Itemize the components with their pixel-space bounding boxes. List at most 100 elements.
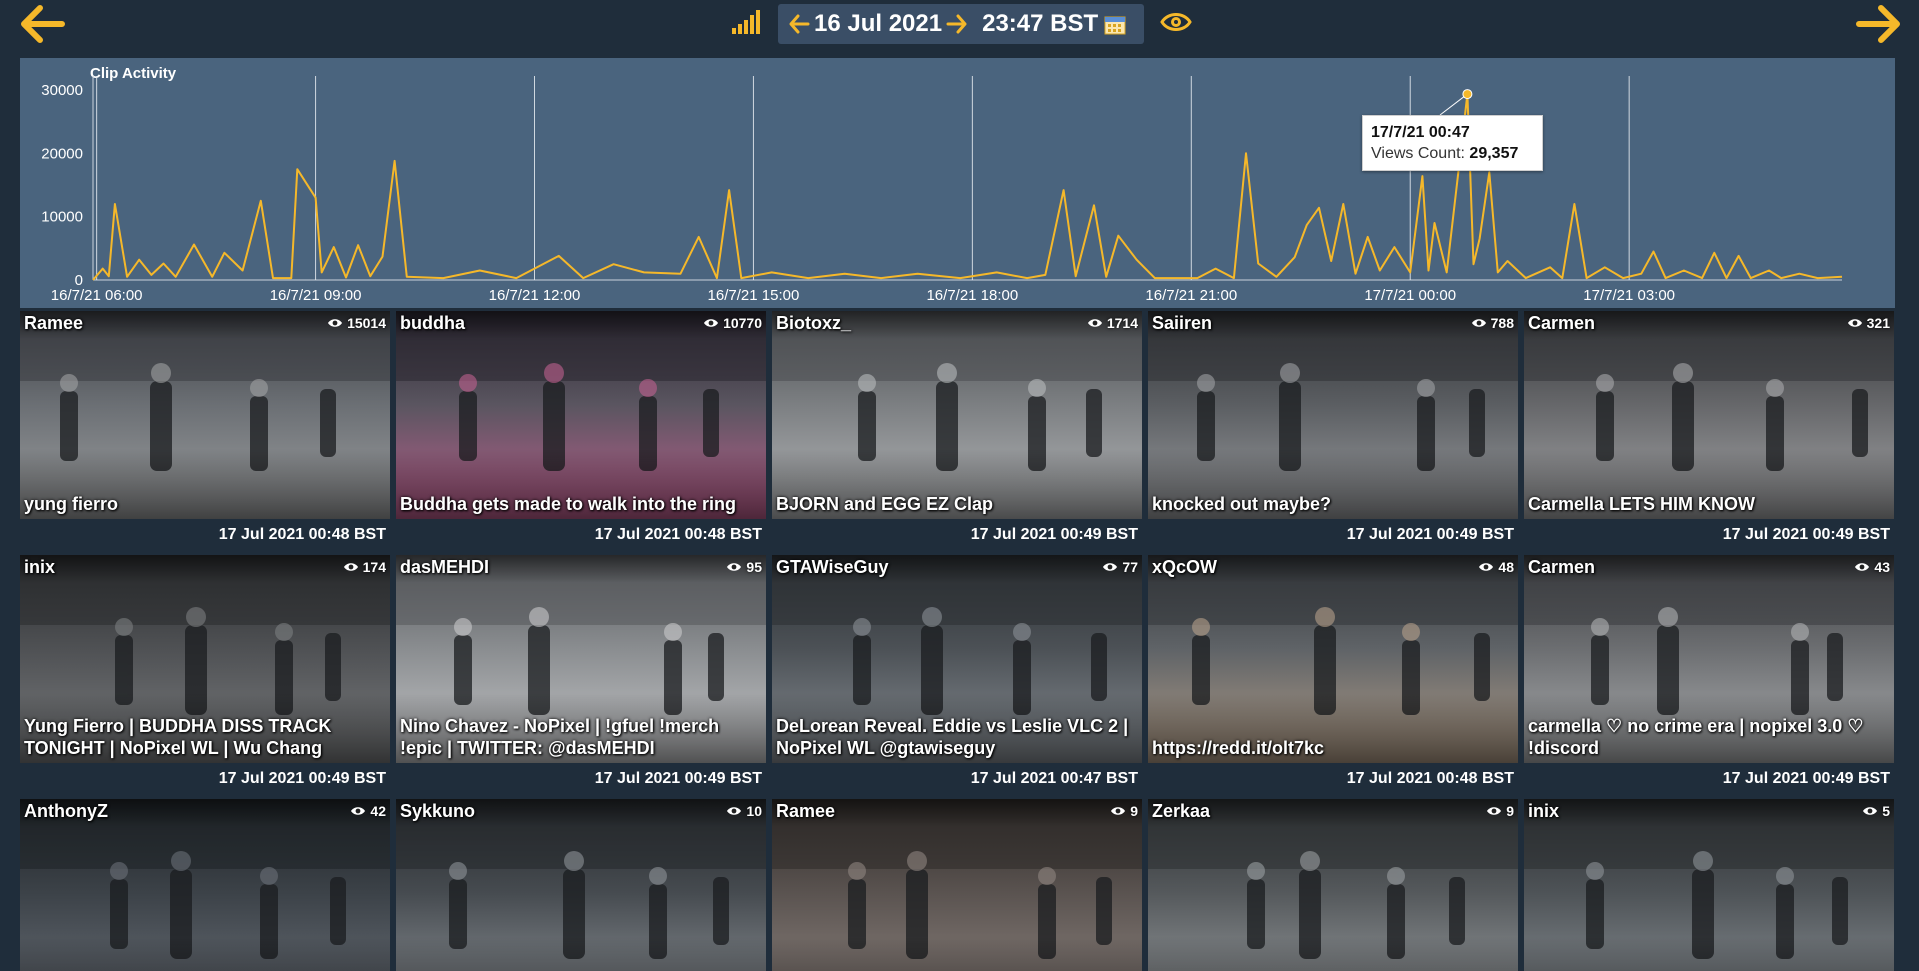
view-count-value: 15014	[347, 315, 386, 331]
view-count: 10770	[703, 315, 762, 331]
clip-title: Nino Chavez - NoPixel | !gfuel !merch !e…	[400, 716, 720, 758]
clip-timestamp: 17 Jul 2021 00:49 BST	[218, 770, 386, 787]
clip-timestamp: 17 Jul 2021 00:48 BST	[594, 526, 762, 543]
streamer-name[interactable]: xQcOW	[1152, 557, 1217, 578]
clip-title: carmella ♡ no crime era | nopixel 3.0 ♡ …	[1528, 716, 1864, 758]
streamer-name[interactable]: Biotoxz_	[776, 313, 851, 334]
clip-card[interactable]: inix 5	[1524, 799, 1894, 971]
clip-timestamp: 17 Jul 2021 00:49 BST	[1346, 526, 1514, 543]
clip-title: knocked out maybe?	[1152, 494, 1332, 514]
chart-title: Clip Activity	[90, 65, 177, 82]
clip-card[interactable]: inix 174 Yung Fierro | BUDDHA DISS TRACK T…	[20, 555, 390, 763]
clip-card[interactable]: Carmen 43 carmella ♡ no crime era | nopixe…	[1524, 555, 1894, 763]
clip-title: DeLorean Reveal. Eddie vs Leslie VLC 2 |…	[776, 716, 1129, 758]
streamer-name[interactable]: Ramee	[24, 313, 83, 334]
chart-canvas: Clip Activity010000200003000016/7/21 06:…	[41, 65, 1843, 304]
y-tick-label: 30000	[41, 82, 83, 99]
streamer-name[interactable]: inix	[24, 557, 55, 578]
view-count: 788	[1471, 315, 1514, 331]
bottom-overlay	[1148, 937, 1518, 971]
y-tick-label: 20000	[41, 145, 83, 162]
clip-card[interactable]: Sykkuno 10	[396, 799, 766, 971]
signal-bars-icon[interactable]	[730, 8, 762, 36]
x-tick-label: 17/7/21 00:00	[1364, 287, 1456, 304]
streamer-name[interactable]: Carmen	[1528, 313, 1595, 334]
streamer-name[interactable]: inix	[1528, 801, 1559, 822]
bottom-overlay	[1524, 937, 1894, 971]
calendar-icon[interactable]	[1104, 14, 1126, 35]
clip-card[interactable]: Ramee 15014 yung fierro	[20, 311, 390, 519]
bottom-overlay	[772, 937, 1142, 971]
streamer-name[interactable]: Saiiren	[1152, 313, 1212, 334]
eye-icon	[1471, 319, 1486, 327]
streamer-name[interactable]: buddha	[400, 313, 465, 334]
streamer-name[interactable]: Carmen	[1528, 557, 1595, 578]
clip-timestamp: 17 Jul 2021 00:49 BST	[1722, 526, 1890, 543]
view-count-value: 9	[1130, 803, 1138, 819]
x-tick-label: 16/7/21 18:00	[926, 287, 1018, 304]
streamer-name[interactable]: AnthonyZ	[24, 801, 108, 822]
eye-icon	[343, 563, 358, 571]
clip-card[interactable]: Biotoxz_ 1714 BJORN and EGG EZ Clap	[772, 311, 1142, 519]
x-tick-label: 16/7/21 21:00	[1145, 287, 1237, 304]
eye-icon	[727, 563, 742, 571]
clip-card[interactable]: xQcOW 48 https://redd.it/olt7kc	[1148, 555, 1518, 763]
next-day-arrow-icon[interactable]	[1855, 4, 1903, 44]
clip-card[interactable]: Zerkaa9TOMMY ENTRANCE PERFORMANCE |	[1148, 799, 1518, 971]
clip-card[interactable]: GTAWiseGuy 77 DeLorean Reveal. Eddie vs Le…	[772, 555, 1142, 763]
view-count: 321	[1847, 315, 1890, 331]
x-tick-label: 17/7/21 03:00	[1583, 287, 1675, 304]
view-count-value: 1714	[1106, 315, 1138, 331]
view-count: 174	[343, 559, 386, 575]
clip-card[interactable]: dasMEHDI 95 Nino Chavez - NoPixel | !gfuel…	[396, 555, 766, 763]
clip-card[interactable]: AnthonyZ 42	[20, 799, 390, 971]
clip-card[interactable]: Ramee 9	[772, 799, 1142, 971]
app-root: 16 Jul 2021 23:47 BST Clip Activity 0 10…	[0, 0, 1919, 971]
top-overlay	[1524, 799, 1894, 827]
date-back-arrow-icon[interactable]	[788, 13, 810, 35]
view-count: 15014	[327, 315, 386, 331]
clip-timestamp: 17 Jul 2021 00:49 BST	[1722, 770, 1890, 787]
current-time[interactable]: 23:47 BST	[982, 10, 1098, 38]
view-count-value: 174	[362, 559, 386, 575]
clip-card[interactable]: Carmen 321 Carmella LETS HIM KNOW	[1524, 311, 1894, 519]
clip-title: Buddha gets made to walk into the ring	[400, 494, 737, 514]
view-count-value: 95	[746, 559, 762, 575]
clip-activity-chart[interactable]: Clip Activity 0 10000 20000 30000 16/7/21 06:…	[20, 58, 1895, 308]
view-count-value: 48	[1498, 559, 1514, 575]
previous-day-arrow-icon[interactable]	[18, 4, 66, 44]
eye-icon	[1479, 563, 1494, 571]
clip-card[interactable]: Saiiren 788 knocked out maybe?	[1148, 311, 1518, 519]
eye-icon	[727, 807, 742, 815]
clip-title: yung fierro	[24, 494, 119, 514]
view-count-value: 10770	[723, 315, 762, 331]
view-count: 9	[1486, 803, 1514, 819]
clip-timestamp: 17 Jul 2021 00:49 BST	[594, 770, 762, 787]
view-count-value: 43	[1874, 559, 1890, 575]
clip-card[interactable]: buddha 10770 Buddha gets made to walk into…	[396, 311, 766, 519]
streamer-name[interactable]: Sykkuno	[400, 801, 475, 822]
view-count-value: 788	[1490, 315, 1514, 331]
tooltip-title: 17/7/21 00:47	[1371, 124, 1470, 141]
bottom-overlay	[20, 937, 390, 971]
eye-icon[interactable]	[1160, 8, 1192, 36]
y-tick-label: 10000	[41, 209, 83, 226]
date-forward-arrow-icon[interactable]	[946, 13, 968, 35]
view-count-value: 9	[1506, 803, 1514, 819]
eye-icon	[1087, 319, 1102, 327]
view-count-value: 5	[1882, 803, 1890, 819]
streamer-name[interactable]: GTAWiseGuy	[776, 557, 889, 578]
tooltip-pointer	[1439, 93, 1468, 116]
current-date[interactable]: 16 Jul 2021	[814, 10, 942, 38]
eye-icon	[704, 319, 719, 327]
bottom-overlay	[396, 937, 766, 971]
view-count: 5	[1862, 803, 1890, 819]
view-count-value: 77	[1122, 559, 1138, 575]
streamer-name[interactable]: dasMEHDI	[400, 557, 489, 578]
tooltip-value: 29,357	[1469, 145, 1519, 162]
view-count: 42	[350, 803, 386, 819]
streamer-name[interactable]: Ramee	[776, 801, 835, 822]
streamer-name[interactable]: Zerkaa	[1152, 801, 1210, 822]
view-count-value: 321	[1866, 315, 1890, 331]
clip-timestamp: 17 Jul 2021 00:48 BST	[1346, 770, 1514, 787]
